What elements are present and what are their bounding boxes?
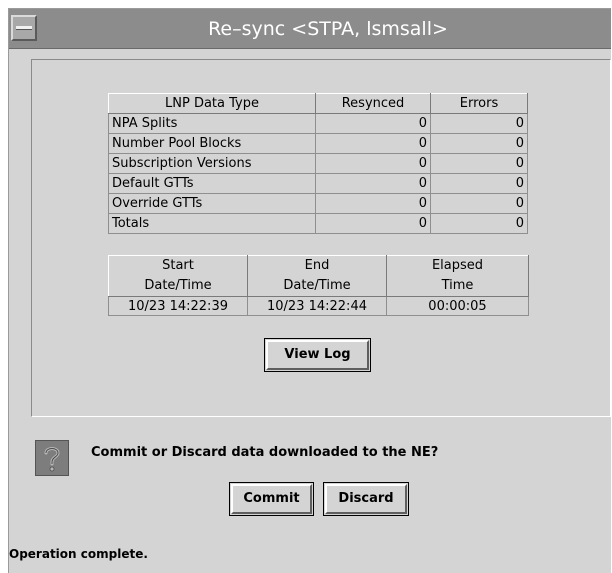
lnp-data-type-cell: Totals — [108, 213, 316, 234]
elapsed-time-cell: 00:00:05 — [386, 296, 529, 316]
lnp-data-table: LNP Data Type Resynced Errors NPA Splits… — [108, 93, 528, 238]
resync-dialog: Re–sync <STPA, lsmsall> LNP Data Type Re… — [8, 8, 611, 573]
lnp-data-type-cell: Number Pool Blocks — [108, 133, 316, 154]
commit-button[interactable]: Commit — [231, 484, 312, 514]
resynced-cell: 0 — [315, 133, 431, 154]
view-log-button-frame: View Log — [264, 338, 371, 372]
column-header-lnp-data-type: LNP Data Type — [108, 93, 316, 114]
column-header-start-line1: Start — [162, 258, 194, 273]
view-log-button[interactable]: View Log — [266, 340, 369, 370]
title-bar[interactable]: Re–sync <STPA, lsmsall> — [9, 9, 611, 49]
column-header-end-line2: Date/Time — [283, 278, 351, 293]
column-header-errors: Errors — [430, 93, 528, 114]
errors-cell: 0 — [430, 113, 528, 134]
window-menu-icon — [16, 26, 32, 30]
timing-header-row: Start Date/Time End Date/Time Elapsed Ti… — [108, 255, 529, 297]
totals-row: Totals 0 0 — [108, 213, 528, 234]
end-time-cell: 10/23 14:22:44 — [247, 296, 387, 316]
resynced-cell: 0 — [315, 153, 431, 174]
table-row: Override GTTs 0 0 — [108, 193, 528, 214]
lnp-data-type-cell: Default GTTs — [108, 173, 316, 194]
table-row: NPA Splits 0 0 — [108, 113, 528, 134]
errors-cell: 0 — [430, 133, 528, 154]
window-title: Re–sync <STPA, lsmsall> — [208, 18, 448, 40]
confirmation-prompt: Commit or Discard data downloaded to the… — [91, 445, 439, 460]
lnp-table-header-row: LNP Data Type Resynced Errors — [108, 93, 528, 114]
resynced-cell: 0 — [315, 113, 431, 134]
window-menu-button[interactable] — [11, 15, 37, 41]
column-header-elapsed: Elapsed Time — [386, 255, 529, 297]
timing-table: Start Date/Time End Date/Time Elapsed Ti… — [108, 255, 529, 316]
errors-cell: 0 — [430, 153, 528, 174]
column-header-end: End Date/Time — [247, 255, 387, 297]
column-header-resynced: Resynced — [315, 93, 431, 114]
table-footer-spacer — [108, 233, 528, 238]
status-message: Operation complete. — [9, 547, 148, 561]
errors-cell: 0 — [430, 213, 528, 234]
resynced-cell: 0 — [315, 213, 431, 234]
question-mark-glyph — [44, 447, 60, 472]
discard-button-frame: Discard — [323, 482, 409, 516]
lnp-data-type-cell: Subscription Versions — [108, 153, 316, 174]
table-row: 10/23 14:22:39 10/23 14:22:44 00:00:05 — [108, 296, 529, 316]
resynced-cell: 0 — [315, 193, 431, 214]
table-row: Subscription Versions 0 0 — [108, 153, 528, 174]
column-header-end-line1: End — [304, 258, 330, 273]
column-header-elapsed-line1: Elapsed — [431, 258, 484, 273]
table-row: Default GTTs 0 0 — [108, 173, 528, 194]
question-icon — [35, 440, 69, 476]
lnp-data-type-cell: Override GTTs — [108, 193, 316, 214]
errors-cell: 0 — [430, 193, 528, 214]
start-time-cell: 10/23 14:22:39 — [108, 296, 248, 316]
resynced-cell: 0 — [315, 173, 431, 194]
errors-cell: 0 — [430, 173, 528, 194]
table-row: Number Pool Blocks 0 0 — [108, 133, 528, 154]
column-header-start: Start Date/Time — [108, 255, 248, 297]
discard-button[interactable]: Discard — [325, 484, 407, 514]
column-header-elapsed-line2: Time — [441, 278, 474, 293]
commit-button-frame: Commit — [229, 482, 314, 516]
column-header-start-line2: Date/Time — [144, 278, 212, 293]
lnp-data-type-cell: NPA Splits — [108, 113, 316, 134]
